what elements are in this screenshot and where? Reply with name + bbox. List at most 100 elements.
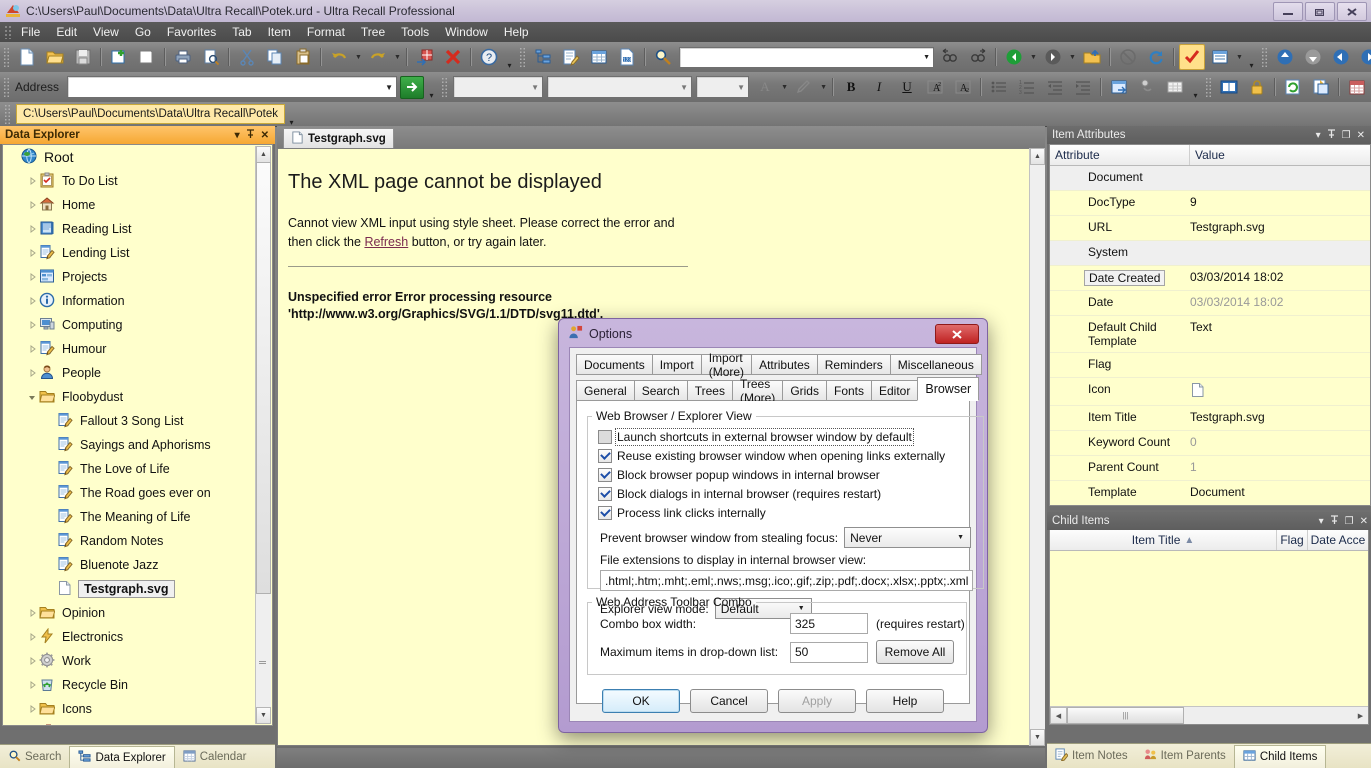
checkbox-reuse-existing-browser[interactable]: Reuse existing browser window when openi… — [598, 446, 983, 465]
scroll-thumb[interactable]: ||| — [1067, 707, 1184, 724]
tree-item-floobydust[interactable]: Floobydust — [3, 385, 256, 409]
refresh-icon[interactable] — [1143, 44, 1169, 70]
child-items-horizontal-scrollbar[interactable]: ◀ ||| ▶ — [1050, 706, 1368, 724]
tree-item-the-meaning-of-life[interactable]: The Meaning of Life — [3, 505, 256, 529]
restore-button[interactable] — [1305, 2, 1335, 21]
new-sibling-icon[interactable] — [134, 44, 160, 70]
attribute-row[interactable]: Keyword Count 0 — [1050, 431, 1370, 456]
scroll-thumb[interactable] — [256, 162, 271, 594]
tree-item-humour[interactable]: Humour — [3, 337, 256, 361]
dialog-tab-grids[interactable]: Grids — [782, 380, 827, 401]
menu-item-file[interactable]: File — [13, 23, 48, 41]
bullet-list-icon[interactable] — [986, 74, 1012, 100]
attribute-value[interactable]: 0 — [1184, 431, 1370, 455]
save-icon[interactable] — [70, 44, 96, 70]
move-down-icon[interactable] — [1300, 44, 1326, 70]
insert-object-icon[interactable] — [1106, 74, 1132, 100]
cut-icon[interactable] — [234, 44, 260, 70]
back-dropdown-icon[interactable]: ▼ — [1028, 46, 1039, 68]
dialog-tab-attributes[interactable]: Attributes — [751, 354, 818, 375]
search-combo[interactable]: ▼ — [679, 46, 934, 68]
tree-item-icons[interactable]: Icons — [3, 697, 256, 721]
panel-menu-icon[interactable]: ▾ — [235, 130, 240, 141]
tree-item-the-road-goes-ever-on[interactable]: The Road goes ever on — [3, 481, 256, 505]
tree-item-electronics[interactable]: Electronics — [3, 625, 256, 649]
move-right-icon[interactable] — [1356, 44, 1371, 70]
menu-item-view[interactable]: View — [85, 23, 127, 41]
tools-toolbar-grip[interactable] — [1205, 77, 1213, 97]
tree-item-projects[interactable]: Projects — [3, 265, 256, 289]
tree-item-computing[interactable]: Computing — [3, 313, 256, 337]
attribute-row[interactable]: Template Document — [1050, 481, 1370, 505]
expander-collapsed-icon[interactable] — [25, 361, 39, 385]
tree-item-reading-list[interactable]: Reading List — [3, 217, 256, 241]
child-column-flag[interactable]: Flag — [1277, 530, 1308, 550]
attribute-row[interactable]: Date 03/03/2014 18:02 — [1050, 291, 1370, 316]
dialog-tab-reminders[interactable]: Reminders — [816, 354, 891, 375]
tab-item-notes[interactable]: Item Notes — [1047, 745, 1136, 767]
dialog-tab-import-more[interactable]: Import (More) — [700, 351, 753, 379]
flag-icon[interactable] — [1179, 44, 1205, 70]
menu-item-edit[interactable]: Edit — [48, 23, 85, 41]
attribute-value[interactable]: 1 — [1184, 456, 1370, 480]
expander-collapsed-icon[interactable] — [25, 265, 39, 289]
toolbar-grip[interactable] — [519, 47, 526, 67]
redo-icon[interactable] — [365, 44, 391, 70]
tree-item-work[interactable]: Work — [3, 649, 256, 673]
checkbox-block-browser-popup[interactable]: Block browser popup windows in internal … — [598, 465, 983, 484]
attribute-row[interactable]: Flag — [1050, 353, 1370, 378]
expander-collapsed-icon[interactable] — [25, 697, 39, 721]
tree-item-testgraph-svg[interactable]: Testgraph.svg — [3, 577, 256, 601]
panel-pin-icon[interactable] — [246, 128, 255, 142]
expander-collapsed-icon[interactable] — [25, 673, 39, 697]
expander-collapsed-icon[interactable] — [25, 625, 39, 649]
attribute-value[interactable]: Text — [1184, 316, 1370, 352]
attribute-value[interactable]: 03/03/2014 18:02 — [1184, 291, 1370, 315]
tree-item-to-do-list[interactable]: To Do List — [3, 169, 256, 193]
toolbar-grip[interactable] — [3, 47, 10, 67]
forward-dropdown-icon[interactable]: ▼ — [1067, 46, 1078, 68]
tab-child-items[interactable]: Child Items — [1233, 744, 1327, 768]
dialog-tab-general[interactable]: General — [576, 380, 635, 401]
path-overflow-button[interactable]: ▾ — [285, 101, 298, 127]
attribute-row[interactable]: DocType 9 — [1050, 191, 1370, 216]
document-vertical-scrollbar[interactable]: ▲ ▼ — [1029, 148, 1045, 746]
prevent-focus-select[interactable]: Never ▼ — [844, 527, 972, 548]
scroll-left-arrow[interactable]: ◀ — [1050, 707, 1067, 724]
file-extensions-input[interactable]: .html;.htm;.mht;.eml;.nws;.msg;.ico;.gif… — [600, 570, 974, 591]
font-style-select[interactable]: ▼ — [547, 76, 693, 98]
menu-item-tools[interactable]: Tools — [393, 23, 437, 41]
highlight-icon[interactable] — [791, 74, 817, 100]
new-item-icon[interactable] — [106, 44, 132, 70]
undo-dropdown-icon[interactable]: ▼ — [353, 46, 364, 68]
attribute-row[interactable]: Icon — [1050, 378, 1370, 406]
attribute-row[interactable]: Parent Count 1 — [1050, 456, 1370, 481]
menu-item-tree[interactable]: Tree — [353, 23, 393, 41]
attribute-row[interactable]: URL Testgraph.svg — [1050, 216, 1370, 241]
checkbox-checked-icon[interactable] — [598, 448, 612, 463]
stop-icon[interactable] — [1115, 44, 1141, 70]
tab-calendar[interactable]: Calendar — [175, 746, 255, 768]
redo-dropdown-icon[interactable]: ▼ — [392, 46, 403, 68]
expander-collapsed-icon[interactable] — [25, 313, 39, 337]
dialog-tab-search[interactable]: Search — [633, 380, 688, 401]
expander-collapsed-icon[interactable] — [25, 337, 39, 361]
help-button[interactable]: Help — [866, 689, 944, 713]
tree-item-sayings-and-aphorisms[interactable]: Sayings and Aphorisms — [3, 433, 256, 457]
remove-all-button[interactable]: Remove All — [876, 640, 954, 664]
checkbox-process-link-clicks[interactable]: Process link clicks internally — [598, 503, 983, 522]
dialog-tab-browser[interactable]: Browser — [917, 377, 980, 401]
tree-item-bluenote-jazz[interactable]: Bluenote Jazz — [3, 553, 256, 577]
tree-item-information[interactable]: Information — [3, 289, 256, 313]
expander-collapsed-icon[interactable] — [25, 169, 39, 193]
checkbox-block-dialogs-in[interactable]: Block dialogs in internal browser (requi… — [598, 484, 983, 503]
panel-menu-icon[interactable]: ▾ — [1319, 516, 1324, 527]
dialog-tab-trees[interactable]: Trees — [686, 380, 733, 401]
minimize-button[interactable] — [1273, 2, 1303, 21]
attribute-row[interactable]: System — [1050, 241, 1370, 266]
font-color-icon[interactable]: A — [752, 74, 778, 100]
attribute-value[interactable]: Testgraph.svg — [1184, 406, 1370, 430]
tree-item-recycle-bin[interactable]: Recycle Bin — [3, 673, 256, 697]
item-attributes-grid[interactable]: Attribute Value Document DocType 9 URL Testg… — [1049, 144, 1371, 506]
menu-item-item[interactable]: Item — [260, 23, 299, 41]
